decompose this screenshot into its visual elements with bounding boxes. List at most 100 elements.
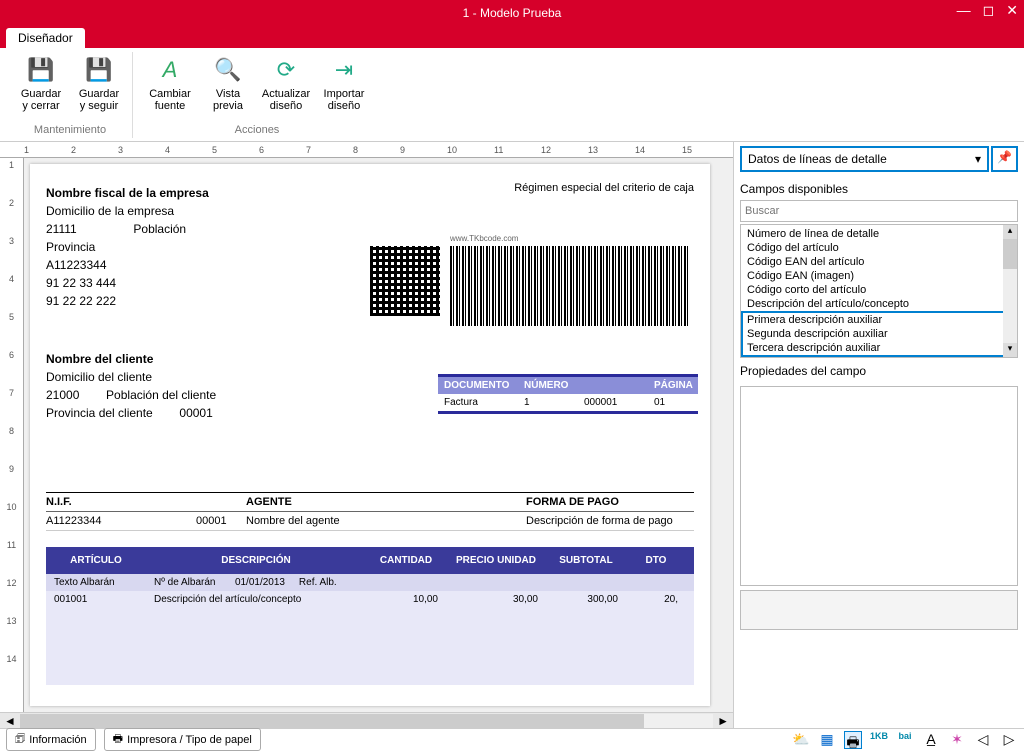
- magnifier-icon: 🔍: [212, 54, 244, 86]
- docinfo-serie: 1: [518, 394, 578, 411]
- printer-button[interactable]: 🖶 Impresora / Tipo de papel: [104, 728, 261, 751]
- tab-designer[interactable]: Diseñador: [6, 28, 85, 48]
- list-item[interactable]: Tercera descripción auxiliar: [743, 341, 1015, 355]
- items-h-dto: DTO: [626, 555, 686, 566]
- items-table: ARTÍCULO DESCRIPCIÓN CANTIDAD PRECIO UNI…: [46, 547, 694, 685]
- list-item[interactable]: Código corto del artículo: [743, 283, 1015, 297]
- items-h-sub: SUBTOTAL: [546, 555, 626, 566]
- nif-h-nif: N.I.F.: [46, 496, 196, 508]
- statusbar: 🗊 Información 🖶 Impresora / Tipo de pape…: [0, 728, 1024, 750]
- status-bai-icon[interactable]: bai: [896, 731, 914, 749]
- titlebar: 1 - Modelo Prueba — ◻ ✕: [0, 0, 1024, 26]
- docinfo-h-num: NÚMERO: [518, 377, 578, 394]
- ribbon-group-maint: Mantenimiento: [34, 124, 106, 138]
- minimize-icon[interactable]: —: [957, 2, 971, 19]
- list-item[interactable]: Código del artículo: [743, 241, 1015, 255]
- qr-code-icon: [370, 246, 440, 316]
- items-r2-art: 001001: [46, 594, 146, 605]
- barcode-label: www.TKbcode.com: [450, 234, 518, 243]
- search-input[interactable]: [740, 200, 1018, 222]
- docinfo-num: 000001: [578, 394, 648, 411]
- items-h-desc: DESCRIPCIÓN: [146, 555, 366, 566]
- window-title: 1 - Modelo Prueba: [463, 6, 562, 20]
- save-continue-button[interactable]: 💾 Guardar y seguir: [74, 52, 124, 114]
- items-h-qty: CANTIDAD: [366, 555, 446, 566]
- pin-icon[interactable]: 📌: [991, 146, 1018, 172]
- designer-surface: 123456789101112131415 123456789101112131…: [0, 142, 734, 728]
- ribbon: 💾 Guardar y cerrar 💾 Guardar y seguir Ma…: [0, 48, 1024, 142]
- docinfo-pag: 01: [648, 394, 698, 411]
- items-r2-qty: 10,00: [366, 594, 446, 605]
- company-zip: 21111: [46, 222, 77, 236]
- properties-preview: [740, 590, 1018, 630]
- docinfo-h-pag: PÁGINA: [648, 377, 698, 394]
- import-design-button[interactable]: ⇥ Importar diseño: [319, 52, 369, 114]
- items-r1-c1: Texto Albarán: [46, 577, 146, 588]
- field-list: Número de línea de detalle Código del ar…: [740, 224, 1018, 358]
- docinfo-doc: Factura: [438, 394, 518, 411]
- nif-value: A11223344: [46, 515, 196, 527]
- scroll-up-icon[interactable]: ▴: [1003, 225, 1017, 239]
- company-city: Población: [133, 222, 186, 236]
- client-name: Nombre del cliente: [46, 350, 694, 368]
- status-1kb-icon[interactable]: 1KB: [870, 731, 888, 749]
- items-r2-sub: 300,00: [546, 594, 626, 605]
- list-item[interactable]: Número de línea de detalle: [743, 227, 1015, 241]
- ruler-vertical: 1234567891011121314: [0, 158, 24, 712]
- agent-code: 00001: [196, 515, 246, 527]
- document-canvas[interactable]: Régimen especial del criterio de caja No…: [30, 164, 710, 706]
- pay-desc: Descripción de forma de pago: [526, 515, 694, 527]
- maximize-icon[interactable]: ◻: [983, 2, 995, 19]
- list-item[interactable]: Código EAN del artículo: [743, 255, 1015, 269]
- items-r2-desc: Descripción del artículo/concepto: [146, 594, 366, 605]
- docinfo-table: DOCUMENTO NÚMERO PÁGINA Factura 1 000001…: [438, 374, 698, 414]
- agent-name: Nombre del agente: [246, 515, 526, 527]
- status-text-icon[interactable]: A̲: [922, 731, 940, 749]
- list-item[interactable]: Descripción del artículo/concepto: [743, 297, 1015, 311]
- nav-prev-icon[interactable]: ◁: [974, 731, 992, 749]
- nif-block: N.I.F. AGENTE FORMA DE PAGO A11223344 00…: [46, 492, 694, 531]
- import-icon: ⇥: [328, 54, 360, 86]
- scroll-down-icon[interactable]: ▾: [1003, 343, 1017, 357]
- status-palette-icon[interactable]: ▦: [818, 731, 836, 749]
- nif-h-pay: FORMA DE PAGO: [526, 496, 694, 508]
- client-code: 00001: [179, 406, 212, 420]
- client-city: Población del cliente: [106, 388, 216, 402]
- docinfo-h-doc: DOCUMENTO: [438, 377, 518, 394]
- horizontal-scrollbar[interactable]: ◄ ►: [0, 712, 733, 728]
- nif-h-agent: AGENTE: [246, 496, 526, 508]
- ribbon-group-actions: Acciones: [235, 124, 280, 138]
- close-icon[interactable]: ✕: [1006, 2, 1018, 19]
- scroll-right-icon[interactable]: ►: [713, 714, 733, 728]
- refresh-design-button[interactable]: ⟳ Actualizar diseño: [261, 52, 311, 114]
- status-print-icon[interactable]: 🖶: [844, 731, 862, 749]
- scroll-left-icon[interactable]: ◄: [0, 714, 20, 728]
- barcode-icon: www.TKbcode.com: [450, 246, 690, 326]
- field-list-scrollbar[interactable]: ▴ ▾: [1003, 225, 1017, 357]
- save-close-button[interactable]: 💾 Guardar y cerrar: [16, 52, 66, 114]
- right-panel: Datos de líneas de detalle ▾ 📌 Campos di…: [734, 142, 1024, 728]
- items-h-price: PRECIO UNIDAD: [446, 555, 546, 566]
- chevron-down-icon: ▾: [975, 152, 981, 166]
- font-icon: A: [154, 54, 186, 86]
- tab-strip: Diseñador: [0, 26, 1024, 48]
- list-item[interactable]: Segunda descripción auxiliar: [743, 327, 1015, 341]
- scroll-thumb[interactable]: [20, 714, 644, 728]
- change-font-button[interactable]: A Cambiar fuente: [145, 52, 195, 114]
- items-r2-dto: 20,: [626, 594, 686, 605]
- refresh-icon: ⟳: [270, 54, 302, 86]
- printer-icon: 🖶: [113, 730, 123, 749]
- fields-label: Campos disponibles: [740, 182, 1018, 196]
- data-source-selector[interactable]: Datos de líneas de detalle ▾: [740, 146, 989, 172]
- nav-next-icon[interactable]: ▷: [1000, 731, 1018, 749]
- ruler-horizontal: 123456789101112131415: [0, 142, 733, 158]
- status-cross-icon[interactable]: ✶: [948, 731, 966, 749]
- list-item[interactable]: Código EAN (imagen): [743, 269, 1015, 283]
- preview-button[interactable]: 🔍 Vista previa: [203, 52, 253, 114]
- info-button[interactable]: 🗊 Información: [6, 728, 96, 751]
- save-close-icon: 💾: [25, 54, 57, 86]
- info-icon: 🗊: [15, 730, 25, 749]
- list-item[interactable]: Primera descripción auxiliar: [743, 313, 1015, 327]
- status-cloud-icon[interactable]: ⛅: [792, 731, 810, 749]
- properties-box: [740, 386, 1018, 586]
